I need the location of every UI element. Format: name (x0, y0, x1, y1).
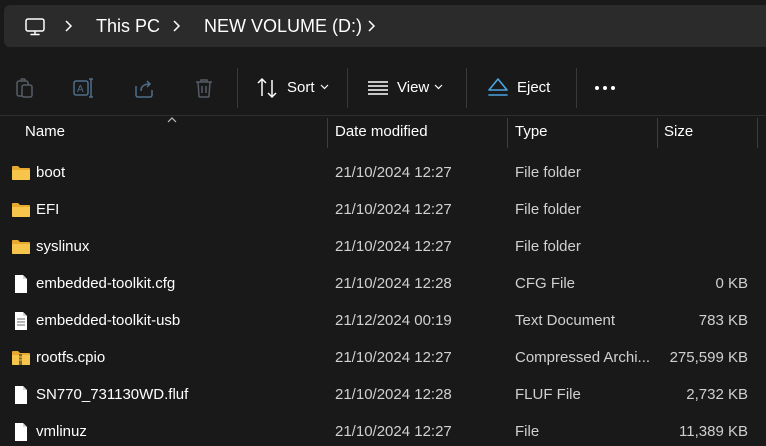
text-file-icon (15, 312, 27, 330)
file-type: CFG File (515, 275, 575, 292)
file-type: Text Document (515, 312, 616, 329)
more-icon[interactable] (592, 76, 618, 100)
sort-icon[interactable] (255, 76, 279, 100)
folder-icon (12, 240, 30, 254)
column-header: Name Date modified Type Size (0, 116, 766, 148)
column-label: Size (664, 123, 694, 140)
file-name: vmlinuz (36, 423, 87, 440)
file-size (660, 154, 748, 191)
file-row[interactable]: syslinux 21/10/2024 12:27 File folder (0, 228, 766, 265)
toolbar-separator (347, 68, 348, 108)
file-name: EFI (36, 201, 60, 218)
file-date: 21/10/2024 12:28 (335, 386, 452, 403)
view-button[interactable]: View (397, 78, 429, 98)
rename-icon[interactable]: A (72, 76, 96, 100)
file-type: File folder (515, 238, 581, 255)
file-date: 21/10/2024 12:27 (335, 201, 452, 218)
eject-icon[interactable] (486, 76, 510, 100)
chevron-down-icon[interactable] (320, 84, 329, 90)
toolbar-separator (466, 68, 467, 108)
chevron-right-icon[interactable] (170, 19, 182, 33)
column-label: Name (25, 123, 66, 140)
file-icon (15, 423, 27, 441)
file-row[interactable]: SN770_731130WD.fluf 21/10/2024 12:28 FLU… (0, 376, 766, 413)
column-header-type[interactable]: Type (508, 116, 657, 148)
toolbar-separator (576, 68, 577, 108)
breadcrumb-this-pc[interactable]: This PC (96, 15, 160, 37)
file-explorer-window: This PC NEW VOLUME (D:) A Sort View Ejec… (0, 0, 766, 446)
file-name: embedded-toolkit-usb (36, 312, 181, 329)
file-date: 21/10/2024 12:27 (335, 423, 452, 440)
file-size (660, 228, 748, 265)
file-date: 21/10/2024 12:28 (335, 275, 452, 292)
file-size: 2,732 KB (686, 386, 748, 403)
file-type: FLUF File (515, 386, 581, 403)
delete-icon[interactable] (192, 76, 216, 100)
chevron-down-icon[interactable] (434, 84, 443, 90)
file-name: embedded-toolkit.cfg (36, 275, 176, 292)
file-name: syslinux (36, 238, 90, 255)
view-icon[interactable] (366, 76, 390, 100)
file-row[interactable]: vmlinuz 21/10/2024 12:27 File 11,389 KB (0, 413, 766, 446)
sort-button[interactable]: Sort (287, 78, 315, 98)
computer-icon[interactable] (24, 16, 46, 38)
file-row[interactable]: embedded-toolkit-usb 21/12/2024 00:19 Te… (0, 302, 766, 339)
eject-button[interactable]: Eject (517, 78, 550, 98)
file-type: Compressed Archi... (515, 349, 650, 366)
file-row[interactable]: rootfs.cpio 21/10/2024 12:27 Compressed … (0, 339, 766, 376)
file-date: 21/12/2024 00:19 (335, 312, 452, 329)
file-size: 275,599 KB (669, 349, 748, 366)
file-type: File (515, 423, 540, 440)
svg-text:A: A (77, 84, 84, 95)
file-date: 21/10/2024 12:27 (335, 238, 452, 255)
file-type: File folder (515, 164, 581, 181)
folder-icon (12, 203, 30, 217)
file-name: SN770_731130WD.fluf (36, 386, 189, 403)
file-size: 0 KB (715, 275, 748, 292)
file-icon (15, 275, 27, 293)
file-name: rootfs.cpio (36, 349, 106, 366)
file-row[interactable]: boot 21/10/2024 12:27 File folder (0, 154, 766, 191)
breadcrumb-new-volume[interactable]: NEW VOLUME (D:) (204, 15, 362, 37)
file-date: 21/10/2024 12:27 (335, 164, 452, 181)
share-icon[interactable] (132, 76, 156, 100)
chevron-right-icon[interactable] (62, 19, 74, 33)
toolbar-separator (237, 68, 238, 108)
column-header-name[interactable]: Name (0, 116, 327, 148)
column-label: Date modified (335, 123, 428, 140)
address-bar[interactable]: This PC NEW VOLUME (D:) (4, 5, 766, 47)
file-row[interactable]: embedded-toolkit.cfg 21/10/2024 12:28 CF… (0, 265, 766, 302)
file-list: boot 21/10/2024 12:27 File folder EFI 21… (0, 154, 766, 446)
file-icon (15, 386, 27, 404)
file-size (660, 191, 748, 228)
command-bar: A Sort View Eject (0, 58, 766, 116)
file-type: File folder (515, 201, 581, 218)
column-label: Type (515, 123, 548, 140)
file-date: 21/10/2024 12:27 (335, 349, 452, 366)
folder-icon (12, 166, 30, 180)
file-name: boot (36, 164, 66, 181)
zip-folder-icon (12, 351, 30, 365)
column-header-size[interactable]: Size (658, 116, 757, 148)
file-row[interactable]: EFI 21/10/2024 12:27 File folder (0, 191, 766, 228)
file-size: 11,389 KB (679, 423, 748, 440)
column-header-date[interactable]: Date modified (328, 116, 507, 148)
copy-icon[interactable] (12, 76, 36, 100)
file-size: 783 KB (698, 312, 748, 329)
chevron-right-icon[interactable] (365, 19, 377, 33)
column-divider[interactable] (757, 118, 758, 148)
